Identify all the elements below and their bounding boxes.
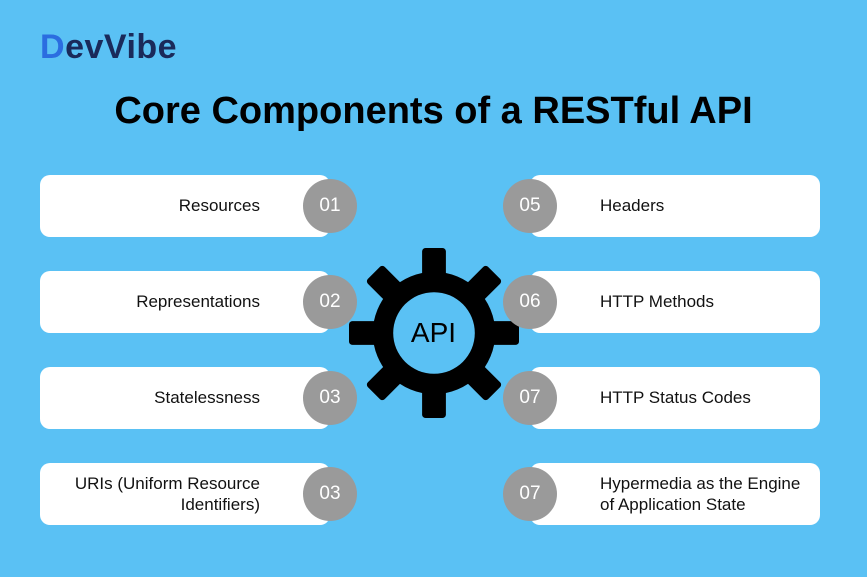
component-label: HTTP Methods xyxy=(600,291,804,312)
brand-logo: DevVibe xyxy=(40,28,177,67)
component-item: 05 Headers xyxy=(530,175,820,237)
brand-rest: evVibe xyxy=(65,28,177,66)
component-item: Statelessness 03 xyxy=(40,367,330,429)
component-number-badge: 03 xyxy=(303,467,357,521)
component-item: 07 HTTP Status Codes xyxy=(530,367,820,429)
component-number-badge: 01 xyxy=(303,179,357,233)
component-number-badge: 07 xyxy=(503,467,557,521)
component-number-badge: 03 xyxy=(303,371,357,425)
gear-label: API xyxy=(411,317,456,349)
component-number-badge: 05 xyxy=(503,179,557,233)
component-label: URIs (Uniform Resource Identifiers) xyxy=(56,473,260,516)
right-column: 05 Headers 06 HTTP Methods 07 HTTP Statu… xyxy=(530,175,820,525)
page-title: Core Components of a RESTful API xyxy=(0,90,867,133)
brand-letter-d: D xyxy=(40,28,65,66)
component-item: 06 HTTP Methods xyxy=(530,271,820,333)
component-label: Hypermedia as the Engine of Application … xyxy=(600,473,804,516)
component-number-badge: 07 xyxy=(503,371,557,425)
component-label: Statelessness xyxy=(56,387,260,408)
component-number-badge: 02 xyxy=(303,275,357,329)
component-label: HTTP Status Codes xyxy=(600,387,804,408)
component-label: Representations xyxy=(56,291,260,312)
component-number-badge: 06 xyxy=(503,275,557,329)
center-gear: API xyxy=(349,248,519,418)
component-label: Headers xyxy=(600,195,804,216)
component-label: Resources xyxy=(56,195,260,216)
component-item: Resources 01 xyxy=(40,175,330,237)
component-item: 07 Hypermedia as the Engine of Applicati… xyxy=(530,463,820,525)
component-item: URIs (Uniform Resource Identifiers) 03 xyxy=(40,463,330,525)
left-column: Resources 01 Representations 02 Stateles… xyxy=(40,175,330,525)
component-item: Representations 02 xyxy=(40,271,330,333)
